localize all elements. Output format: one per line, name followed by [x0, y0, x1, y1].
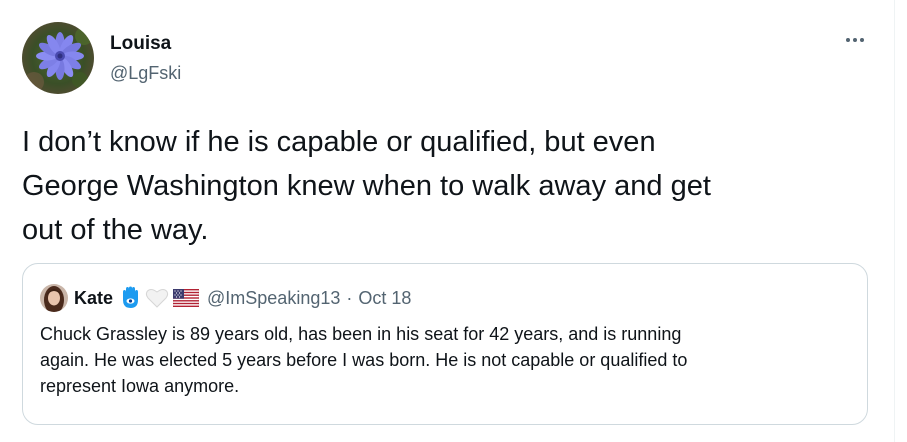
quoted-author-handle: @ImSpeaking13: [207, 287, 341, 308]
avatar[interactable]: [22, 22, 94, 94]
white-heart-icon: [145, 287, 169, 309]
tweet-card: Louisa @LgFski I don’t know if he is cap…: [0, 0, 907, 442]
avatar-flower-image: [22, 22, 94, 94]
quoted-tweet-text: Chuck Grassley is 89 years old, has been…: [40, 324, 688, 396]
divider: [894, 0, 895, 442]
quoted-avatar: [40, 284, 68, 312]
author-block: Louisa @LgFski: [110, 32, 181, 85]
quoted-avatar-image: [40, 284, 68, 312]
quoted-timestamp[interactable]: Oct 18: [358, 288, 411, 309]
ellipsis-icon: [860, 38, 864, 42]
quoted-author-name: Kate: [74, 287, 114, 308]
ellipsis-icon: [846, 38, 850, 42]
hamsa-icon: [119, 286, 141, 310]
quoted-tweet-header: Kate @ImSpeaking13 · Oct 18: [40, 284, 411, 312]
more-options-button[interactable]: [840, 28, 870, 52]
us-flag-icon: [173, 289, 200, 307]
quoted-tweet[interactable]: Kate @ImSpeaking13 · Oct 18 Chuck Grassl…: [22, 263, 868, 425]
author-name[interactable]: Louisa: [110, 32, 181, 56]
tweet-text: I don’t know if he is capable or qualifi…: [22, 126, 711, 246]
author-handle[interactable]: @LgFski: [110, 61, 181, 85]
separator-dot: ·: [346, 287, 353, 308]
ellipsis-icon: [853, 38, 857, 42]
